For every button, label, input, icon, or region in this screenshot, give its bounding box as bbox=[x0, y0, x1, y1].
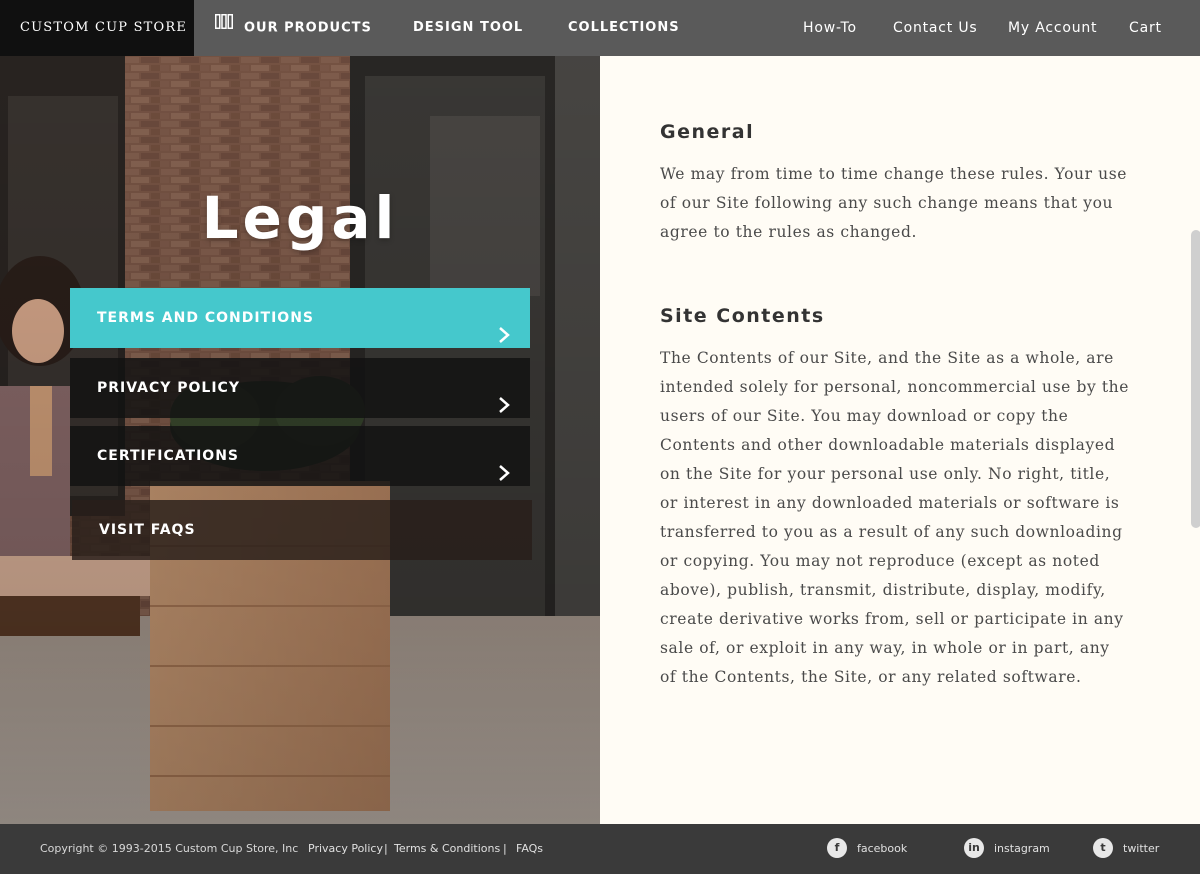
social-facebook-link[interactable]: f facebook bbox=[827, 824, 907, 874]
social-facebook-label: facebook bbox=[857, 842, 908, 855]
footer-link-faqs[interactable]: FAQs bbox=[516, 824, 543, 874]
nav-contact-us[interactable]: Contact Us bbox=[893, 0, 977, 56]
nav-collections[interactable]: COLLECTIONS bbox=[568, 0, 680, 56]
social-twitter-link[interactable]: t twitter bbox=[1093, 824, 1159, 874]
nav-our-products-label: OUR PRODUCTS bbox=[244, 20, 372, 36]
nav-how-to[interactable]: How-To bbox=[803, 0, 857, 56]
nav-our-products[interactable]: OUR PRODUCTS bbox=[215, 0, 372, 56]
copyright-text: Copyright © 1993-2015 Custom Cup Store, … bbox=[40, 842, 299, 855]
page-title: Legal bbox=[201, 184, 399, 252]
instagram-icon: in bbox=[964, 838, 984, 858]
twitter-icon: t bbox=[1093, 838, 1113, 858]
section-title-general: General bbox=[660, 121, 755, 143]
social-instagram-link[interactable]: in instagram bbox=[964, 824, 1050, 874]
visit-faqs-button[interactable]: VISIT FAQS bbox=[72, 500, 532, 560]
social-instagram-label: instagram bbox=[994, 842, 1050, 855]
nav-design-tool[interactable]: DESIGN TOOL bbox=[413, 0, 523, 56]
menu-terms-and-conditions[interactable]: TERMS AND CONDITIONS bbox=[70, 288, 530, 348]
brand-logo[interactable]: CUSTOM CUP STORE bbox=[0, 0, 194, 56]
footer-separator: | bbox=[503, 842, 507, 855]
section-body-site-contents: The Contents of our Site, and the Site a… bbox=[660, 349, 1130, 686]
legal-content: General We may from time to time change … bbox=[600, 56, 1200, 824]
menu-certifications-label: CERTIFICATIONS bbox=[97, 448, 240, 464]
menu-privacy-policy[interactable]: PRIVACY POLICY bbox=[70, 358, 530, 418]
nav-my-account[interactable]: My Account bbox=[1008, 0, 1097, 56]
footer: Copyright © 1993-2015 Custom Cup Store, … bbox=[0, 824, 1200, 874]
social-twitter-label: twitter bbox=[1123, 842, 1160, 855]
top-nav: CUSTOM CUP STORE OUR PRODUCTS DESIGN TOO… bbox=[0, 0, 1200, 56]
menu-terms-and-conditions-label: TERMS AND CONDITIONS bbox=[97, 310, 315, 326]
visit-faqs-label: VISIT FAQS bbox=[99, 522, 196, 538]
content-scrollbar[interactable] bbox=[1191, 230, 1200, 528]
footer-link-privacy-policy[interactable]: Privacy Policy bbox=[308, 824, 383, 874]
facebook-icon: f bbox=[827, 838, 847, 858]
grid-icon bbox=[215, 0, 233, 54]
footer-separator: | bbox=[384, 842, 388, 855]
hero-panel: Legal TERMS AND CONDITIONS PRIVACY POLIC… bbox=[0, 56, 600, 824]
nav-cart[interactable]: Cart bbox=[1129, 0, 1162, 56]
section-body-general: We may from time to time change these ru… bbox=[660, 165, 1128, 241]
menu-certifications[interactable]: CERTIFICATIONS bbox=[70, 426, 530, 486]
footer-link-terms[interactable]: Terms & Conditions bbox=[394, 824, 500, 874]
section-title-site-contents: Site Contents bbox=[660, 305, 825, 327]
menu-privacy-policy-label: PRIVACY POLICY bbox=[97, 380, 240, 396]
chevron-right-icon bbox=[498, 448, 510, 508]
